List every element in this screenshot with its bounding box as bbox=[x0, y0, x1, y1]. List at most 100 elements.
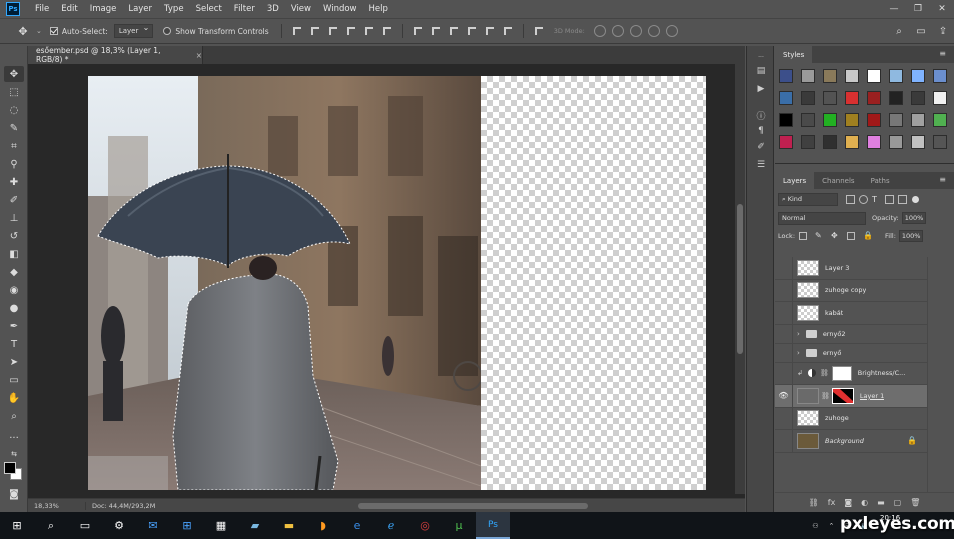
distribute-right-icon[interactable] bbox=[501, 24, 515, 38]
style-swatch[interactable] bbox=[845, 91, 859, 105]
menu-help[interactable]: Help bbox=[363, 0, 394, 18]
adjustment-layer-row[interactable]: ↲ ⛓ Brightness/C... bbox=[775, 362, 927, 385]
style-swatch[interactable] bbox=[933, 113, 947, 127]
style-swatch[interactable] bbox=[801, 69, 815, 83]
store-icon[interactable]: ⊞ bbox=[170, 512, 204, 539]
filter-adjustment-icon[interactable] bbox=[859, 194, 868, 204]
task-view-icon[interactable]: ▭ bbox=[68, 512, 102, 539]
style-swatch[interactable] bbox=[845, 69, 859, 83]
internet-explorer-icon[interactable]: ℯ bbox=[374, 512, 408, 539]
filter-smart-object-icon[interactable] bbox=[898, 194, 907, 204]
style-swatch[interactable] bbox=[779, 135, 793, 149]
style-swatch[interactable] bbox=[779, 113, 793, 127]
distribute-top-icon[interactable] bbox=[411, 24, 425, 38]
style-swatch[interactable] bbox=[867, 113, 881, 127]
style-swatch[interactable] bbox=[801, 135, 815, 149]
fx-icon[interactable]: fx bbox=[828, 498, 836, 507]
folder-icon[interactable]: ▬ bbox=[877, 498, 885, 507]
file-explorer-icon[interactable]: ▬ bbox=[272, 512, 306, 539]
zoom-level[interactable]: 18,33% bbox=[28, 501, 86, 510]
distribute-left-icon[interactable] bbox=[465, 24, 479, 38]
style-swatch[interactable] bbox=[823, 69, 837, 83]
3d-rotate-icon[interactable] bbox=[593, 25, 606, 37]
3d-scale-icon[interactable] bbox=[665, 25, 678, 37]
layer-row[interactable]: kabát bbox=[775, 301, 927, 325]
auto-select-target-select[interactable]: Layer bbox=[113, 23, 154, 38]
layer-row[interactable]: Layer 3 bbox=[775, 256, 927, 280]
path-select-tool-icon[interactable]: ➤ bbox=[4, 354, 24, 370]
gradient-tool-icon[interactable]: ◆ bbox=[4, 264, 24, 280]
restore-icon[interactable]: ❐ bbox=[906, 0, 930, 18]
close-icon[interactable]: ✕ bbox=[930, 0, 954, 18]
auto-align-icon[interactable] bbox=[532, 24, 546, 38]
menu-filter[interactable]: Filter bbox=[228, 0, 261, 18]
link-icon[interactable]: ⛓ bbox=[809, 498, 819, 507]
menu-image[interactable]: Image bbox=[84, 0, 123, 18]
people-icon[interactable]: ⚇ bbox=[812, 522, 818, 530]
search-icon[interactable]: ⌕ bbox=[890, 23, 908, 39]
mail-icon[interactable]: ✉ bbox=[136, 512, 170, 539]
style-swatch[interactable] bbox=[933, 69, 947, 83]
filter-shape-icon[interactable] bbox=[885, 194, 894, 204]
swap-colors-icon[interactable]: ⇆ bbox=[4, 446, 24, 462]
background-layer-row[interactable]: Background 🔒 bbox=[775, 429, 927, 453]
show-transform-check-icon[interactable] bbox=[163, 27, 172, 35]
layers-scrollbar[interactable] bbox=[927, 257, 954, 492]
vertical-scrollbar[interactable] bbox=[735, 64, 745, 494]
align-hcenter-icon[interactable] bbox=[362, 24, 376, 38]
style-swatch[interactable] bbox=[911, 113, 925, 127]
clone-stamp-tool-icon[interactable]: ⊥ bbox=[4, 210, 24, 226]
menu-layer[interactable]: Layer bbox=[122, 0, 158, 18]
crop-tool-icon[interactable]: ⌗ bbox=[4, 138, 24, 154]
torrent-icon[interactable]: μ bbox=[442, 512, 476, 539]
style-swatch[interactable] bbox=[911, 69, 925, 83]
eye-icon[interactable]: 👁 bbox=[775, 384, 793, 407]
blend-mode-select[interactable]: Normal bbox=[778, 211, 866, 225]
new-layer-icon[interactable]: ▢ bbox=[894, 498, 902, 507]
style-swatch[interactable] bbox=[889, 91, 903, 105]
mask-icon[interactable]: ◙ bbox=[844, 498, 852, 507]
auto-select-checkbox[interactable]: Auto-Select: bbox=[49, 27, 108, 36]
menu-select[interactable]: Select bbox=[190, 0, 228, 18]
eraser-tool-icon[interactable]: ◧ bbox=[4, 246, 24, 262]
style-swatch[interactable] bbox=[779, 69, 793, 83]
photoshop-taskbar-icon[interactable]: Ps bbox=[476, 512, 510, 539]
rectangle-tool-icon[interactable]: ▭ bbox=[4, 372, 24, 388]
style-swatch[interactable] bbox=[911, 91, 925, 105]
distribute-vcenter-icon[interactable] bbox=[429, 24, 443, 38]
panel-menu-icon[interactable]: ≡ bbox=[939, 49, 946, 58]
edge-icon[interactable]: e bbox=[340, 512, 374, 539]
style-swatch[interactable] bbox=[801, 113, 815, 127]
style-swatch[interactable] bbox=[889, 113, 903, 127]
chevron-right-icon[interactable]: › bbox=[797, 330, 800, 338]
style-swatch[interactable] bbox=[779, 91, 793, 105]
menu-edit[interactable]: Edit bbox=[55, 0, 83, 18]
style-swatch[interactable] bbox=[867, 69, 881, 83]
history-panel-icon[interactable]: ▤ bbox=[753, 64, 769, 78]
visibility-toggle[interactable] bbox=[775, 324, 793, 343]
blur-tool-icon[interactable]: ◉ bbox=[4, 282, 24, 298]
document-tab[interactable]: esőember.psd @ 18,3% (Layer 1, RGB/8) * … bbox=[28, 46, 203, 64]
align-vcenter-icon[interactable] bbox=[308, 24, 322, 38]
lock-artboard-icon[interactable] bbox=[847, 232, 856, 240]
visibility-toggle[interactable] bbox=[775, 407, 793, 430]
move-tool-icon[interactable]: ✥ bbox=[4, 66, 24, 82]
menu-type[interactable]: Type bbox=[158, 0, 190, 18]
share-icon[interactable]: ⇪ bbox=[934, 23, 952, 39]
tab-channels[interactable]: Channels bbox=[814, 172, 862, 189]
layer-row[interactable]: zuhoge bbox=[775, 407, 927, 430]
foreground-color-swatch[interactable] bbox=[4, 462, 16, 474]
chevron-right-icon[interactable]: › bbox=[797, 349, 800, 357]
visibility-toggle[interactable] bbox=[775, 343, 793, 362]
align-left-icon[interactable] bbox=[344, 24, 358, 38]
layer-row-selected[interactable]: 👁 ⛓ Layer 1 bbox=[775, 384, 927, 408]
glyphs-panel-icon[interactable]: ¶ bbox=[753, 124, 769, 138]
vertical-scroll-thumb[interactable] bbox=[737, 204, 743, 354]
style-swatch[interactable] bbox=[867, 135, 881, 149]
menu-3d[interactable]: 3D bbox=[261, 0, 285, 18]
menu-window[interactable]: Window bbox=[317, 0, 363, 18]
style-swatch[interactable] bbox=[823, 135, 837, 149]
horizontal-scroll-thumb[interactable] bbox=[358, 503, 588, 509]
3d-slide-icon[interactable] bbox=[647, 25, 660, 37]
style-swatch[interactable] bbox=[867, 91, 881, 105]
